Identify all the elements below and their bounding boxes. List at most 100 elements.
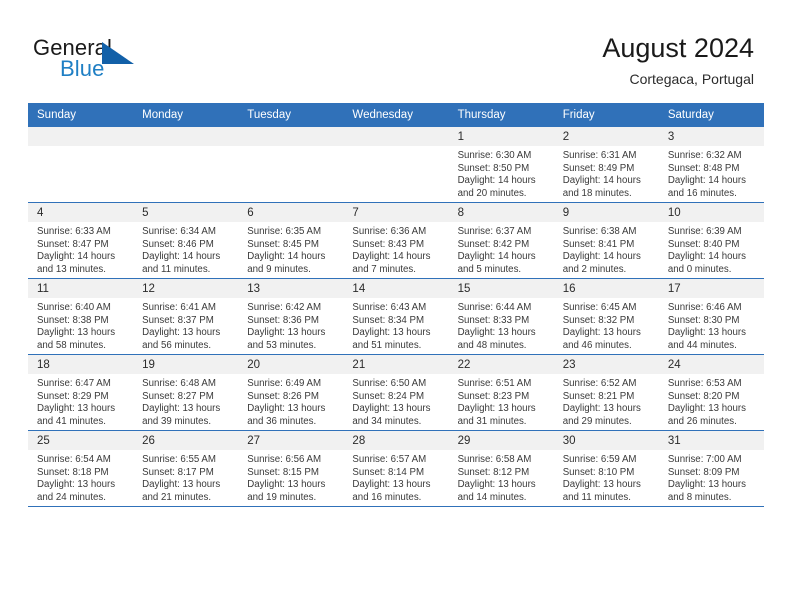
sunrise-text: Sunrise: 6:47 AM	[37, 378, 111, 389]
daylight-text-line1: Daylight: 13 hours	[247, 479, 326, 491]
day-number: 26	[133, 431, 239, 450]
calendar-day-cell[interactable]: 21 Sunrise: 6:50 AM Sunset: 8:24 PM Dayligh…	[343, 354, 449, 431]
sunrise-text: Sunrise: 6:53 AM	[667, 378, 742, 389]
sunrise-text: Sunrise: 6:34 AM	[142, 226, 216, 237]
day-number: 8	[448, 203, 554, 222]
daylight-text-line2: and 9 minutes.	[247, 263, 311, 275]
daylight-text-line2: and 11 minutes.	[142, 263, 211, 275]
sunrise-text: Sunrise: 6:54 AM	[37, 454, 111, 465]
day-details: Sunrise: 6:32 AM Sunset: 8:48 PM Daylight:…	[659, 146, 764, 200]
sunset-text: Sunset: 8:30 PM	[667, 314, 740, 326]
calendar-day-cell[interactable]: 10 Sunrise: 6:39 AM Sunset: 8:40 PM Dayligh…	[658, 202, 764, 279]
day-number: 1	[448, 127, 554, 146]
day-details: Sunrise: 6:54 AM Sunset: 8:18 PM Daylight:…	[28, 450, 133, 504]
calendar-day-cell[interactable]: 20 Sunrise: 6:49 AM Sunset: 8:26 PM Dayligh…	[238, 354, 344, 431]
day-number: 17	[658, 279, 764, 298]
daylight-text-line2: and 41 minutes.	[37, 415, 106, 427]
sunrise-text: Sunrise: 6:33 AM	[37, 226, 111, 237]
calendar-day-cell[interactable]: 30 Sunrise: 6:59 AM Sunset: 8:10 PM Dayligh…	[553, 430, 659, 507]
sunset-text: Sunset: 8:42 PM	[457, 238, 530, 250]
calendar-day-cell[interactable]: 22 Sunrise: 6:51 AM Sunset: 8:23 PM Dayligh…	[448, 354, 554, 431]
calendar-day-cell[interactable]: 23 Sunrise: 6:52 AM Sunset: 8:21 PM Dayligh…	[553, 354, 659, 431]
sunset-text: Sunset: 8:26 PM	[247, 390, 319, 402]
calendar-day-cell[interactable]: 3 Sunrise: 6:32 AM Sunset: 8:48 PM Daylight…	[658, 126, 764, 203]
sunrise-text: Sunrise: 6:43 AM	[352, 302, 427, 313]
calendar-day-cell[interactable]: 31 Sunrise: 7:00 AM Sunset: 8:09 PM Dayligh…	[658, 430, 764, 507]
calendar-day-cell[interactable]: 18 Sunrise: 6:47 AM Sunset: 8:29 PM Dayligh…	[28, 354, 134, 431]
daylight-text-line1: Daylight: 14 hours	[562, 251, 641, 263]
daylight-text-line2: and 53 minutes.	[247, 339, 317, 351]
calendar-page: General Blue August 2024 Cortegaca, Port…	[0, 0, 792, 612]
logo-text-blue: Blue	[60, 56, 105, 81]
daylight-text-line2: and 58 minutes.	[37, 339, 106, 351]
calendar-table: Sunday Monday Tuesday Wednesday Thursday…	[28, 103, 764, 507]
daylight-text-line2: and 7 minutes.	[352, 263, 416, 275]
calendar-day-cell-empty	[133, 126, 239, 203]
calendar-day-cell[interactable]: 19 Sunrise: 6:48 AM Sunset: 8:27 PM Dayligh…	[133, 354, 239, 431]
daylight-text-line2: and 21 minutes.	[142, 491, 212, 503]
sunset-text: Sunset: 8:24 PM	[352, 390, 425, 402]
sunrise-text: Sunrise: 6:36 AM	[352, 226, 427, 237]
day-details: Sunrise: 6:55 AM Sunset: 8:17 PM Daylight:…	[133, 450, 238, 504]
day-details: Sunrise: 6:36 AM Sunset: 8:43 PM Daylight:…	[343, 222, 448, 276]
calendar-day-cell[interactable]: 15 Sunrise: 6:44 AM Sunset: 8:33 PM Dayligh…	[448, 278, 554, 355]
daylight-text-line2: and 46 minutes.	[562, 339, 632, 351]
day-number: 20	[238, 355, 344, 374]
calendar-day-cell[interactable]: 27 Sunrise: 6:56 AM Sunset: 8:15 PM Dayligh…	[238, 430, 344, 507]
daylight-text-line1: Daylight: 13 hours	[142, 327, 221, 339]
calendar-day-cell[interactable]: 8 Sunrise: 6:37 AM Sunset: 8:42 PM Daylight…	[448, 202, 554, 279]
daylight-text-line2: and 44 minutes.	[667, 339, 737, 351]
calendar-day-cell[interactable]: 24 Sunrise: 6:53 AM Sunset: 8:20 PM Dayligh…	[658, 354, 764, 431]
day-details: Sunrise: 6:31 AM Sunset: 8:49 PM Daylight:…	[554, 146, 659, 200]
day-details: Sunrise: 6:46 AM Sunset: 8:30 PM Daylight:…	[659, 298, 764, 352]
calendar-day-cell[interactable]: 1 Sunrise: 6:30 AM Sunset: 8:50 PM Daylight…	[448, 126, 554, 203]
day-number: 15	[448, 279, 554, 298]
day-number: 27	[238, 431, 344, 450]
page-header: General Blue August 2024 Cortegaca, Port…	[0, 0, 792, 103]
sunset-text: Sunset: 8:21 PM	[562, 390, 635, 402]
sunrise-text: Sunrise: 6:57 AM	[352, 454, 427, 465]
calendar-day-cell[interactable]: 13 Sunrise: 6:42 AM Sunset: 8:36 PM Dayligh…	[238, 278, 344, 355]
general-blue-logo[interactable]: General Blue	[33, 36, 223, 84]
calendar-day-cell[interactable]: 25 Sunrise: 6:54 AM Sunset: 8:18 PM Dayligh…	[28, 430, 134, 507]
calendar-day-cell[interactable]: 26 Sunrise: 6:55 AM Sunset: 8:17 PM Dayligh…	[133, 430, 239, 507]
daylight-text-line2: and 16 minutes.	[352, 491, 422, 503]
sunrise-text: Sunrise: 6:56 AM	[247, 454, 322, 465]
calendar-day-cell[interactable]: 12 Sunrise: 6:41 AM Sunset: 8:37 PM Dayligh…	[133, 278, 239, 355]
calendar-day-cell[interactable]: 7 Sunrise: 6:36 AM Sunset: 8:43 PM Daylight…	[343, 202, 449, 279]
sunrise-text: Sunrise: 6:37 AM	[457, 226, 532, 237]
day-number: 12	[133, 279, 239, 298]
day-details: Sunrise: 6:50 AM Sunset: 8:24 PM Daylight:…	[343, 374, 448, 428]
day-number: 24	[658, 355, 764, 374]
calendar-day-cell[interactable]: 2 Sunrise: 6:31 AM Sunset: 8:49 PM Daylight…	[553, 126, 659, 203]
day-number: 25	[28, 431, 134, 450]
daylight-text-line2: and 18 minutes.	[562, 187, 632, 199]
sunrise-text: Sunrise: 6:35 AM	[247, 226, 322, 237]
calendar-week-row: 25 Sunrise: 6:54 AM Sunset: 8:18 PM Dayligh…	[28, 430, 764, 507]
calendar-day-cell[interactable]: 11 Sunrise: 6:40 AM Sunset: 8:38 PM Dayligh…	[28, 278, 134, 355]
sunset-text: Sunset: 8:32 PM	[562, 314, 635, 326]
day-number: 4	[28, 203, 134, 222]
sunrise-text: Sunrise: 6:45 AM	[562, 302, 637, 313]
calendar-day-cell[interactable]: 4 Sunrise: 6:33 AM Sunset: 8:47 PM Daylight…	[28, 202, 134, 279]
calendar-day-cell[interactable]: 6 Sunrise: 6:35 AM Sunset: 8:45 PM Daylight…	[238, 202, 344, 279]
sunset-text: Sunset: 8:10 PM	[562, 466, 635, 478]
calendar-day-cell[interactable]: 16 Sunrise: 6:45 AM Sunset: 8:32 PM Dayligh…	[553, 278, 659, 355]
daylight-text-line1: Daylight: 13 hours	[352, 327, 431, 339]
daylight-text-line1: Daylight: 14 hours	[457, 251, 536, 263]
calendar-day-cell[interactable]: 29 Sunrise: 6:58 AM Sunset: 8:12 PM Dayligh…	[448, 430, 554, 507]
day-details: Sunrise: 6:52 AM Sunset: 8:21 PM Daylight:…	[554, 374, 659, 428]
daylight-text-line2: and 34 minutes.	[352, 415, 422, 427]
calendar-day-cell[interactable]: 9 Sunrise: 6:38 AM Sunset: 8:41 PM Daylight…	[553, 202, 659, 279]
daylight-text-line1: Daylight: 13 hours	[457, 327, 536, 339]
daylight-text-line1: Daylight: 14 hours	[142, 251, 221, 263]
sunrise-text: Sunrise: 6:30 AM	[457, 150, 532, 161]
calendar-day-cell[interactable]: 14 Sunrise: 6:43 AM Sunset: 8:34 PM Dayligh…	[343, 278, 449, 355]
calendar-day-cell[interactable]: 5 Sunrise: 6:34 AM Sunset: 8:46 PM Daylight…	[133, 202, 239, 279]
sunset-text: Sunset: 8:34 PM	[352, 314, 425, 326]
calendar-day-cell[interactable]: 17 Sunrise: 6:46 AM Sunset: 8:30 PM Dayligh…	[658, 278, 764, 355]
calendar-day-cell[interactable]: 28 Sunrise: 6:57 AM Sunset: 8:14 PM Dayligh…	[343, 430, 449, 507]
sunset-text: Sunset: 8:36 PM	[247, 314, 319, 326]
day-details: Sunrise: 6:57 AM Sunset: 8:14 PM Daylight:…	[343, 450, 448, 504]
day-details: Sunrise: 6:53 AM Sunset: 8:20 PM Daylight:…	[659, 374, 764, 428]
